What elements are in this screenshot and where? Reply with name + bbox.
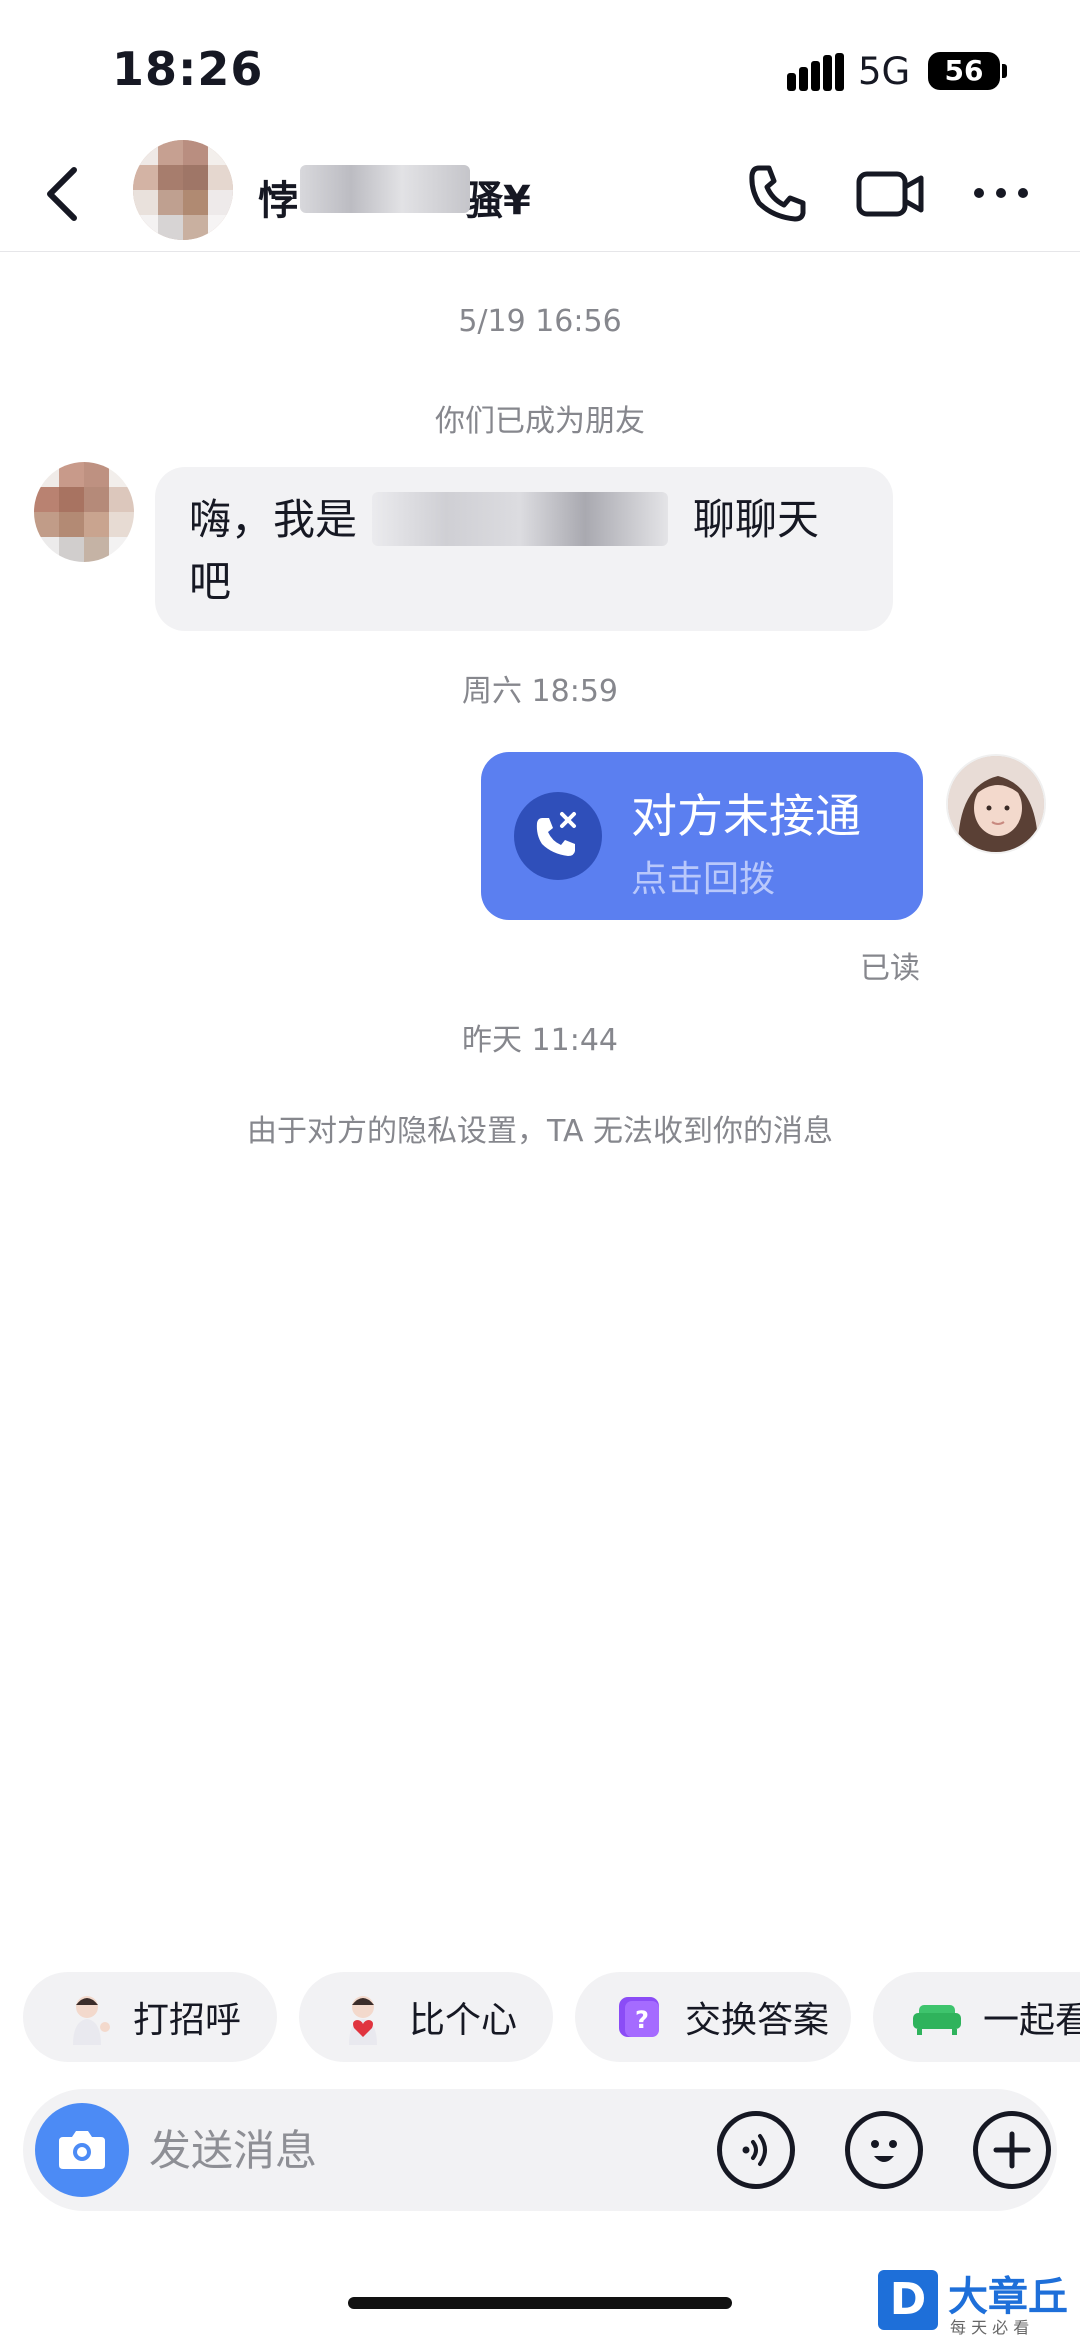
- emoji-button[interactable]: [845, 2111, 923, 2189]
- voice-button[interactable]: [717, 2111, 795, 2189]
- question-box-icon: ?: [619, 1997, 659, 2037]
- timestamp: 5/19 16:56: [458, 304, 622, 339]
- peer-avatar[interactable]: [34, 462, 134, 562]
- contact-avatar[interactable]: [133, 140, 233, 240]
- contact-name-end: 骚¥: [463, 178, 531, 224]
- chip-greet[interactable]: 打招呼: [23, 1972, 277, 2062]
- battery-tip: [1002, 64, 1007, 78]
- privacy-notice: 由于对方的隐私设置，TA 无法收到你的消息: [246, 1114, 834, 1149]
- more-button[interactable]: [968, 160, 1034, 226]
- watermark-slogan: 每 天 必 看: [950, 2318, 1030, 2337]
- chip-label: 交换答案: [685, 2000, 830, 2041]
- back-button[interactable]: [30, 158, 100, 228]
- friend-notice: 你们已成为朋友: [435, 404, 645, 439]
- plus-button[interactable]: [973, 2111, 1051, 2189]
- svg-text:?: ?: [635, 2006, 649, 2034]
- chip-label: 比个心: [409, 2000, 518, 2041]
- watermark-logo: D: [878, 2270, 938, 2330]
- contact-name-start: 悖: [258, 178, 298, 224]
- video-call-button[interactable]: [855, 160, 927, 226]
- sofa-icon: [913, 2005, 961, 2035]
- chip-label: 一起看: [983, 2000, 1080, 2041]
- emoji-icon: [871, 2140, 897, 2162]
- message-composer: [23, 2089, 1057, 2211]
- chip-label: 打招呼: [133, 2000, 242, 2041]
- chip-watch-together[interactable]: 一起看: [873, 1972, 1080, 2062]
- more-icon: [974, 188, 1028, 198]
- signal-icon: [787, 53, 845, 91]
- call-failed-icon: [514, 792, 602, 880]
- call-back-link[interactable]: 点击回拨: [631, 850, 775, 902]
- voice-call-button[interactable]: [745, 160, 811, 226]
- camera-icon: [59, 2131, 105, 2169]
- phone-icon: [749, 165, 806, 222]
- message-input[interactable]: [149, 2117, 689, 2183]
- chip-exchange-answers[interactable]: ? 交换答案: [575, 1972, 851, 2062]
- missed-call-bubble[interactable]: 对方未接通 点击回拨: [481, 752, 923, 920]
- chat-header: 悖 骚¥: [0, 130, 1080, 252]
- call-status-title: 对方未接通: [631, 789, 861, 843]
- voice-icon: [742, 2134, 767, 2166]
- watermark: D 大章丘 每 天 必 看: [878, 2262, 1078, 2337]
- battery-level: 56: [928, 52, 1000, 90]
- home-indicator[interactable]: [348, 2297, 732, 2309]
- name-mosaic: [300, 165, 470, 213]
- plus-icon: [993, 2131, 1031, 2169]
- my-avatar[interactable]: [946, 754, 1046, 854]
- timestamp: 周六 18:59: [462, 674, 618, 709]
- read-receipt: 已读: [860, 951, 920, 986]
- heart-sticker-icon: [349, 1996, 377, 2045]
- video-camera-icon: [856, 171, 924, 217]
- chip-heart[interactable]: 比个心: [299, 1972, 553, 2062]
- wave-sticker-icon: [73, 1996, 110, 2045]
- network-type: 5G: [858, 50, 911, 93]
- peer-message-prefix: 嗨，我是: [189, 495, 358, 544]
- status-time: 18:26: [112, 42, 264, 96]
- message-mosaic: [372, 492, 668, 546]
- timestamp: 昨天 11:44: [462, 1023, 618, 1058]
- back-icon: [47, 167, 77, 221]
- camera-button[interactable]: [35, 2103, 129, 2197]
